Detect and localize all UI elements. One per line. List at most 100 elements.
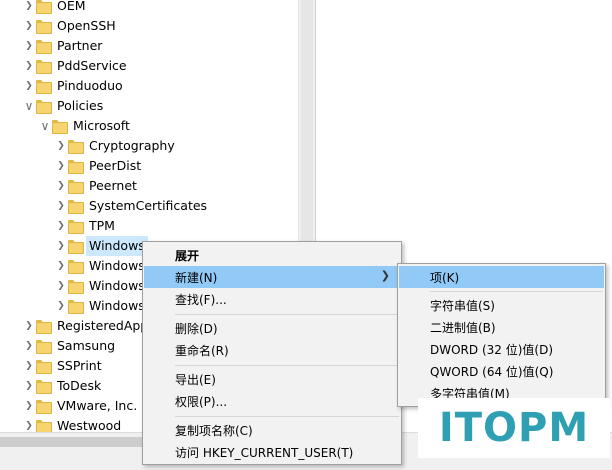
menu-item-delete[interactable]: 删除(D) [144,317,400,339]
chevron-right-icon[interactable]: ❯ [22,356,36,376]
tree-item[interactable]: ❯ Peernet [54,176,140,196]
folder-icon [36,20,52,34]
submenu-item-dword-value[interactable]: DWORD (32 位)值(D) [399,338,604,360]
submenu-item-key[interactable]: 项(K) [399,266,604,288]
submenu-item-string-value[interactable]: 字符串值(S) [399,294,604,316]
submenu-item-binary-value[interactable]: 二进制值(B) [399,316,604,338]
folder-icon [68,200,84,214]
tree-item[interactable]: ❯ Westwood [22,416,124,432]
tree-item[interactable]: ❯ VMware, Inc. [22,396,140,416]
folder-icon [36,320,52,334]
menu-item-label: 权限(P)... [175,394,228,409]
submenu-item-qword-value[interactable]: QWORD (64 位)值(Q) [399,360,604,382]
tree-item-label: Partner [57,38,103,53]
tree-item-label: Windows [86,236,148,256]
tree-item[interactable]: ❯ OEM [22,0,89,16]
tree-item[interactable]: ❯ Windows [54,256,148,276]
chevron-right-icon[interactable]: ❯ [22,36,36,56]
menu-item-expand[interactable]: 展开 [144,244,400,266]
chevron-right-icon[interactable]: ❯ [54,216,68,236]
chevron-right-icon[interactable]: ❯ [22,416,36,432]
tree-item-label: Westwood [57,418,122,432]
tree-item[interactable]: ❯ Partner [22,36,105,56]
tree-item[interactable]: ❯ Windows [54,296,148,316]
tree-item[interactable]: ❯ Samsung [22,336,118,356]
tree-item[interactable]: ❯ Cryptography [54,136,178,156]
chevron-right-icon[interactable]: ❯ [22,336,36,356]
tree-item-label: Windows [89,278,145,293]
folder-icon [36,0,52,14]
watermark-text: ITOPM [438,405,590,451]
tree-item[interactable]: ∨ Microsoft [38,116,133,136]
tree-item[interactable]: ❯ ToDesk [22,376,104,396]
tree-item-label: OEM [57,0,86,13]
folder-icon [36,80,52,94]
chevron-right-icon[interactable]: ❯ [54,296,68,316]
menu-item-find[interactable]: 查找(F)... [144,288,400,310]
folder-icon [68,180,84,194]
chevron-right-icon[interactable]: ❯ [22,316,36,336]
menu-item-copy-key-name[interactable]: 复制项名称(C) [144,419,400,441]
menu-item-label: 新建(N) [175,270,218,285]
folder-icon [68,160,84,174]
tree-item-label: SSPrint [57,358,102,373]
menu-separator [175,365,399,366]
menu-item-new[interactable]: 新建(N) ❯ [144,266,400,288]
menu-item-label: 导出(E) [175,372,216,387]
tree-item[interactable]: ❯ SystemCertificates [54,196,210,216]
chevron-right-icon[interactable]: ❯ [22,376,36,396]
folder-icon [68,280,84,294]
menu-item-label: 访问 HKEY_CURRENT_USER(T) [175,445,354,460]
menu-item-export[interactable]: 导出(E) [144,368,400,390]
new-submenu: 项(K) 字符串值(S) 二进制值(B) DWORD (32 位)值(D) QW… [397,263,606,407]
tree-item[interactable]: ❯ TPM [54,216,118,236]
menu-item-label: 删除(D) [175,321,218,336]
menu-separator [175,314,399,315]
tree-item-label: Windows [89,298,145,313]
chevron-right-icon[interactable]: ❯ [54,236,68,256]
tree-item-label: RegisteredApp [57,318,149,333]
tree-item[interactable]: ❯ OpenSSH [22,16,119,36]
chevron-right-icon[interactable]: ❯ [22,16,36,36]
menu-item-permissions[interactable]: 权限(P)... [144,390,400,412]
tree-item-label: Microsoft [73,118,130,133]
chevron-down-icon[interactable]: ∨ [38,116,52,136]
tree-item[interactable]: ❯ Pinduoduo [22,76,126,96]
tree-item[interactable]: ❯ PddService [22,56,130,76]
chevron-right-icon[interactable]: ❯ [22,56,36,76]
chevron-right-icon[interactable]: ❯ [54,136,68,156]
chevron-right-icon[interactable]: ❯ [54,256,68,276]
folder-icon [68,140,84,154]
tree-item-label: PeerDist [89,158,142,173]
folder-icon [52,120,68,134]
chevron-right-icon[interactable]: ❯ [22,76,36,96]
menu-item-rename[interactable]: 重命名(R) [144,339,400,361]
tree-item-label: Cryptography [89,138,175,153]
menu-separator [175,416,399,417]
chevron-right-icon[interactable]: ❯ [54,176,68,196]
chevron-down-icon[interactable]: ∨ [22,96,36,116]
tree-item[interactable]: ❯ Windows [54,276,148,296]
tree-item-label: Peernet [89,178,137,193]
tree-item[interactable]: ❯ PeerDist [54,156,144,176]
chevron-right-icon[interactable]: ❯ [54,196,68,216]
tree-item-label: TPM [89,218,115,233]
tree-item[interactable]: ❯ Windows [54,236,148,256]
chevron-right-icon[interactable]: ❯ [22,0,36,16]
menu-item-visit-hkcu[interactable]: 访问 HKEY_CURRENT_USER(T) [144,441,400,463]
menu-item-label: 复制项名称(C) [175,423,253,438]
tree-item[interactable]: ∨ Policies [22,96,106,116]
tree-item-label: PddService [57,58,127,73]
context-menu: 展开 新建(N) ❯ 查找(F)... 删除(D) 重命名(R) 导出(E) 权… [142,241,402,465]
tree-item-label: OpenSSH [57,18,116,33]
chevron-right-icon[interactable]: ❯ [22,396,36,416]
chevron-right-icon[interactable]: ❯ [54,156,68,176]
tree-item[interactable]: ❯ SSPrint [22,356,105,376]
tree-item-label: SystemCertificates [89,198,208,213]
chevron-right-icon[interactable]: ❯ [54,276,68,296]
tree-item-label: Samsung [57,338,116,353]
tree-item[interactable]: ❯ RegisteredApp [22,316,151,336]
folder-icon [68,240,84,254]
tree-item-label: ToDesk [57,378,102,393]
chevron-right-icon: ❯ [380,269,390,282]
